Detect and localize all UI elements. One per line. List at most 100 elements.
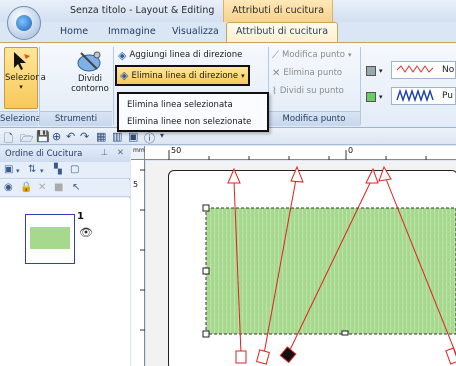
arrow-head-icon — [378, 165, 392, 182]
stitch-sample-1-label: No — [442, 65, 455, 75]
split-outline-button[interactable]: Dividi contorno — [68, 47, 112, 109]
group-label-modifica-punto: Modifica punto — [268, 111, 360, 126]
resize-handle[interactable] — [202, 267, 210, 275]
resize-handle[interactable] — [341, 330, 349, 336]
stitch-order-number: 1 — [77, 211, 84, 222]
delete-direction-line-button[interactable]: ◈ Elimina linea di direzione ▾ — [115, 65, 250, 86]
stitch-order-item[interactable] — [25, 214, 75, 264]
direction-line-end-handle[interactable] — [235, 350, 247, 364]
chevron-down-icon: ▾ — [379, 93, 383, 101]
delete-point-button[interactable]: ✕ Elimina punto — [272, 65, 342, 81]
redo-icon[interactable]: ↷ — [80, 130, 89, 143]
chevron-down-icon: ▾ — [347, 51, 352, 59]
menu-item-delete-selected-line[interactable]: Elimina linea selezionata — [127, 100, 233, 110]
ruler-corner: mm — [131, 146, 145, 160]
stitch-sample-2-label: Pu — [442, 91, 453, 101]
stitch-swatch-icon — [366, 92, 376, 102]
direction-line-end-handle[interactable] — [445, 347, 456, 365]
color-group-icon[interactable]: ▚ — [54, 164, 62, 175]
direction-line-end-handle[interactable] — [256, 349, 270, 365]
add-direction-line-button[interactable]: ◈ Aggiungi linea di direzione — [118, 47, 242, 63]
ruler-unit: mm — [133, 147, 145, 154]
split-on-point-button[interactable]: ⌇ Dividi su punto — [272, 83, 344, 99]
select-arrow-icon — [14, 52, 30, 70]
view-mode-icon[interactable]: ▣ — [4, 164, 13, 175]
add-direction-line-label: Aggiungi linea di direzione — [129, 50, 243, 60]
application-button[interactable] — [7, 6, 41, 40]
chevron-down-icon[interactable]: ▾ — [160, 131, 164, 140]
undo-icon[interactable]: ↶ — [66, 130, 75, 143]
gray-square-icon[interactable]: ■ — [54, 182, 63, 193]
eye-icon[interactable]: ◉ — [4, 182, 13, 193]
title-bar: Senza titolo - Layout & Editing Attribut… — [0, 0, 456, 22]
resize-handle[interactable] — [202, 330, 210, 338]
zoom-icon[interactable]: ⊕ — [52, 130, 61, 143]
save-icon[interactable]: 💾 — [36, 130, 50, 143]
pane-toolbar-2: ◉ 🔒 ✕ ■ ↖ — [0, 180, 130, 197]
context-tab-group-label: Attributi di cucitura — [223, 0, 333, 22]
design-layer — [202, 165, 456, 365]
group-separator — [360, 47, 361, 125]
app-window: Senza titolo - Layout & Editing Attribut… — [0, 0, 456, 366]
stitch-type-dropdown-2[interactable]: ▾ — [366, 89, 383, 105]
delete-direction-line-label: Elimina linea di direzione — [131, 70, 239, 81]
select-button[interactable]: Seleziona ▾ — [4, 47, 46, 109]
delete-point-icon: ✕ — [272, 67, 281, 79]
delete-direction-line-menu: Elimina linea selezionata Elimina linee … — [117, 92, 269, 132]
stitch-sample-1[interactable]: No — [391, 61, 456, 79]
stitch-texture — [206, 208, 456, 334]
tab-home[interactable]: Home — [60, 26, 88, 37]
stitch-order-list: 1 👁 — [0, 198, 130, 366]
app-logo-icon — [16, 15, 32, 31]
sort-icon[interactable]: ⇅ — [28, 164, 36, 175]
frame-icon[interactable]: ▢ — [70, 164, 79, 175]
horizontal-ruler: 50 0 — [145, 146, 456, 160]
group-separator — [113, 47, 114, 125]
group-label-strumenti: Strumenti — [40, 111, 112, 126]
pin-icon[interactable]: ⊥ — [101, 148, 108, 158]
menu-item-delete-unselected-lines[interactable]: Elimina linee non selezionate — [127, 117, 251, 127]
add-direction-line-icon: ◈ — [118, 48, 127, 62]
pointer-icon[interactable]: ↖ — [72, 182, 80, 193]
ruler-ticks — [140, 169, 145, 331]
stitch-type-dropdown-1[interactable]: ▾ — [366, 63, 383, 79]
tab-attributi-di-cucitura[interactable]: Attributi di cucitura — [226, 22, 339, 42]
modify-point-label: Modifica punto — [282, 50, 345, 60]
chevron-down-icon: ▾ — [379, 67, 383, 75]
lock-icon[interactable]: 🔒 — [20, 182, 32, 193]
close-icon[interactable]: ✕ — [117, 148, 124, 158]
chevron-down-icon[interactable]: ▾ — [16, 167, 20, 175]
direction-arrowheads[interactable] — [227, 165, 392, 184]
pane-controls: ⊥ ✕ — [101, 148, 124, 158]
stitch-order-pane-title: Ordine di Cucitura ⊥ ✕ — [0, 146, 130, 162]
stitch-sample-2[interactable]: Pu — [391, 87, 456, 105]
help-icon[interactable]: ⓘ — [144, 130, 155, 146]
chevron-down-icon[interactable]: ▾ — [40, 167, 44, 175]
split-outline-icon — [77, 51, 101, 72]
direction-line-selected-handle[interactable] — [279, 346, 297, 364]
eye-icon[interactable]: 👁 — [79, 226, 93, 239]
pane-title-text: Ordine di Cucitura — [5, 149, 83, 159]
resize-handle[interactable] — [202, 204, 210, 212]
group-separator — [39, 47, 40, 125]
tab-visualizza[interactable]: Visualizza — [172, 26, 219, 37]
window-title: Senza titolo - Layout & Editing — [70, 5, 215, 16]
color-swatch — [30, 227, 70, 249]
delete-direction-line-icon: ◈ — [120, 69, 129, 82]
delete-point-label: Elimina punto — [283, 68, 343, 78]
cross-icon[interactable]: ✕ — [38, 182, 46, 193]
group-label-seleziona: Seleziona — [0, 111, 41, 126]
split-on-point-icon: ⌇ — [272, 85, 277, 97]
satin-stitch-icon — [396, 88, 434, 103]
arrow-head-icon — [290, 165, 304, 183]
stitch-swatch-icon — [366, 66, 376, 76]
modify-point-icon: ⟋ — [272, 49, 279, 61]
split-outline-label: Dividi contorno — [71, 74, 109, 94]
pane-toolbar-1: ▣ ▾ ⇅ ▾ ▚ ▢ — [0, 162, 130, 179]
tab-immagine[interactable]: Immagine — [108, 26, 156, 37]
split-on-point-label: Dividi su punto — [279, 86, 344, 96]
grid-icon[interactable]: ▦ — [96, 130, 106, 143]
ruler-ticks — [168, 150, 427, 160]
vertical-ruler: 5 — [131, 160, 145, 366]
modify-point-button[interactable]: ⟋ Modifica punto ▾ — [272, 47, 351, 63]
